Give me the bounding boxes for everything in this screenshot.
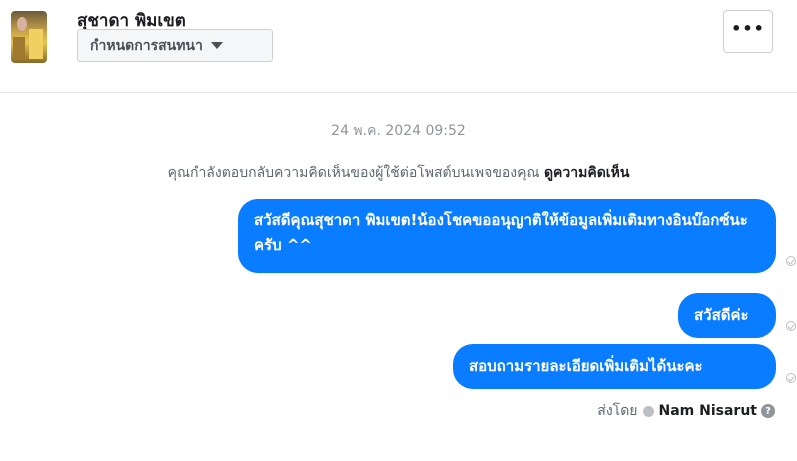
view-comment-link[interactable]: ดูความคิดเห็น: [544, 165, 629, 181]
reply-notice: คุณกำลังตอบกลับความคิดเห็นของผู้ใช้ต่อโพ…: [0, 162, 797, 184]
sent-by-line: ส่งโดย Nam Nisarut ?: [597, 400, 775, 422]
assign-conversation-button[interactable]: กำหนดการสนทนา: [77, 29, 273, 62]
more-icon: •••: [731, 19, 765, 38]
delivered-check-icon: [786, 373, 796, 383]
message-timestamp: 24 พ.ค. 2024 09:52: [331, 123, 466, 139]
delivered-check-icon: [786, 256, 796, 266]
assign-label: กำหนดการสนทนา: [90, 37, 203, 54]
message-bubble[interactable]: สวัสดีค่ะ: [678, 293, 776, 338]
more-options-button[interactable]: •••: [723, 10, 773, 53]
sender-status-icon: [642, 405, 654, 417]
sent-by-label: ส่งโดย: [597, 403, 638, 419]
message-bubble[interactable]: สวัสดีคุณสุชาดา พิมเขต!น้องโชคขออนุญาติใ…: [238, 199, 776, 273]
notice-text: คุณกำลังตอบกลับความคิดเห็นของผู้ใช้ต่อโพ…: [167, 165, 544, 181]
conversation-header: สุชาดา พิมเขต กำหนดการสนทนา •••: [0, 0, 797, 93]
delivered-check-icon: [786, 321, 796, 331]
help-icon[interactable]: ?: [761, 404, 775, 418]
sender-name[interactable]: Nam Nisarut: [659, 403, 758, 419]
caret-down-icon: [210, 42, 223, 49]
avatar[interactable]: [11, 11, 47, 63]
message-bubble[interactable]: สอบถามรายละเอียดเพิ่มเติมได้นะคะ: [453, 344, 776, 389]
